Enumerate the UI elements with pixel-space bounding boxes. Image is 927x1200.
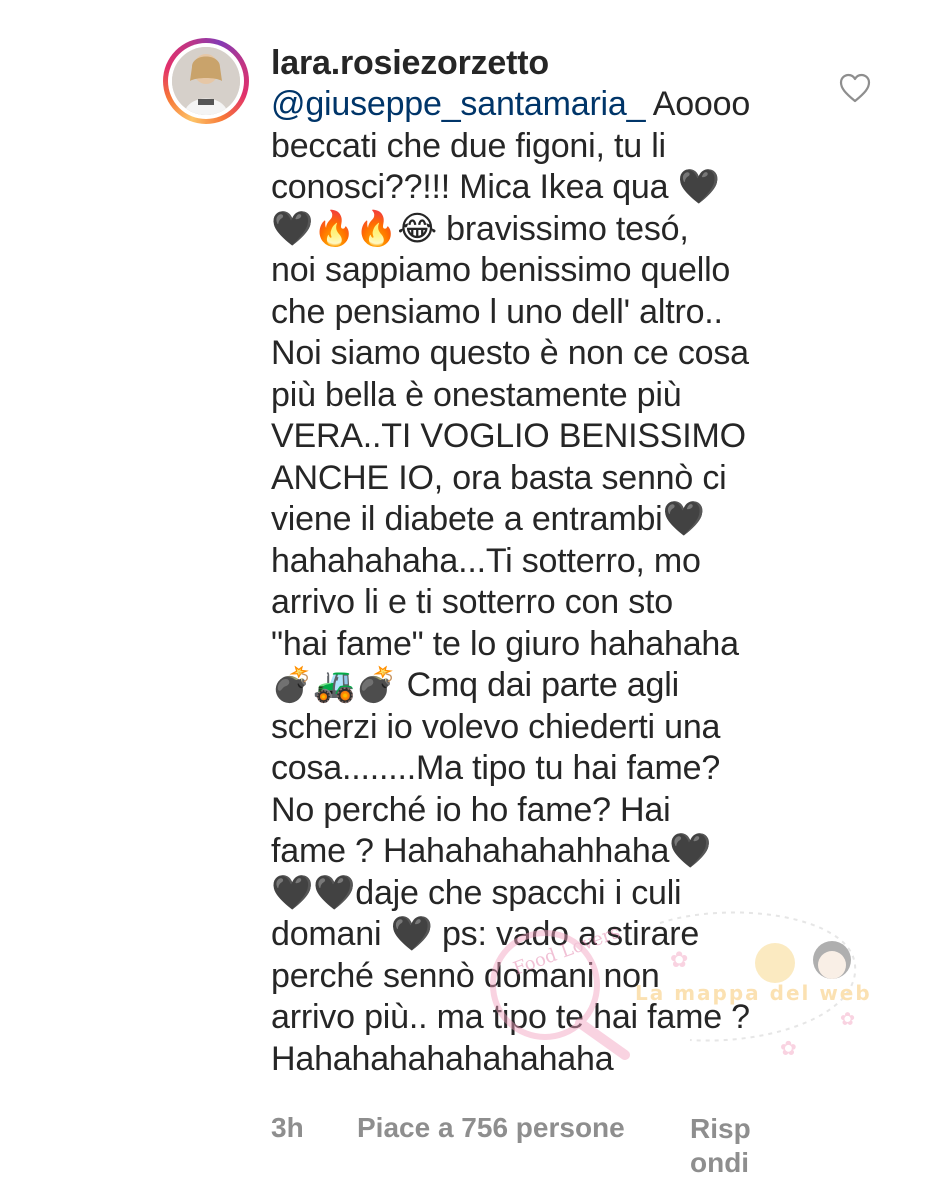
comment-line: ANCHE IO, ora basta sennò ci [271,458,727,497]
reply-button[interactable]: Risp ondi [690,1112,780,1180]
comment-line: Hahahahahahahahaha [271,1039,614,1078]
comment-line: perché sennò domani non [271,956,660,995]
comment-body: lara.rosiezorzetto @giuseppe_santamaria_… [271,42,811,1080]
comment-line: VERA..TI VOGLIO BENISSIMO [271,417,746,455]
comment-line: Aoooo [645,85,751,123]
avatar-photo [172,47,240,115]
comment-line: Noi siamo questo è non ce cosa [271,334,749,372]
timestamp: 3h [271,1112,304,1143]
comment-line: 🖤🔥🔥😂 bravissimo tesó, [271,209,689,248]
avatar-image [172,47,240,115]
comment-line: più bella è onestamente più [271,375,682,414]
comment-line: "hai fame" te lo giuro hahahaha [271,624,739,663]
svg-text:✿: ✿ [840,1009,855,1029]
reply-label-line1: Risp [690,1113,751,1144]
comment-line: che pensiamo l uno dell' altro.. [271,292,723,331]
comment-line: conosci??!!! Mica Ikea qua 🖤 [271,168,720,206]
comment-line: fame ? Hahahahahahhaha🖤 [271,832,712,870]
comment-line: 🖤🖤daje che spacchi i culi [271,873,682,912]
comment-line: No perché io ho fame? Hai [271,790,671,829]
comment-line: arrivo li e ti sotterro con sto [271,583,673,621]
comment-line: cosa........Ma tipo tu hai fame? [271,749,721,787]
comment-line: scherzi io volevo chiederti una [271,707,721,746]
comment-line: domani 🖤 ps: vado a stirare [271,915,700,953]
mention-link[interactable]: @giuseppe_santamaria_ [271,85,646,123]
comment-line: 💣🚜💣 Cmq dai parte agli [271,666,679,704]
avatar[interactable] [168,43,244,119]
comment-line: beccati che due figoni, tu li [271,126,666,165]
story-ring[interactable] [163,38,249,124]
reply-label-line2: ondi [690,1147,750,1178]
comment-text-content: Aoooo beccati che due figoni, tu li conosc… [271,85,750,1078]
comment-line: hahahahaha...Ti sotterro, mo [271,541,701,580]
comment-meta: 3h Piace a 756 persone Risp ondi [271,1112,791,1192]
comment-line: arrivo più.. ma tipo te hai fame ? [271,998,750,1036]
comment-text: @giuseppe_santamaria_ Aoooo beccati che d… [271,84,811,1080]
comment-row: lara.rosiezorzetto @giuseppe_santamaria_… [0,0,927,1200]
comment-line: viene il diabete a entrambi🖤 [271,500,705,538]
comment-line: noi sappiamo benissimo quello [271,251,731,289]
comment-username[interactable]: lara.rosiezorzetto [271,42,811,84]
heart-outline-icon[interactable] [839,73,871,103]
likes-count-link[interactable]: Piace a 756 persone [357,1112,625,1144]
